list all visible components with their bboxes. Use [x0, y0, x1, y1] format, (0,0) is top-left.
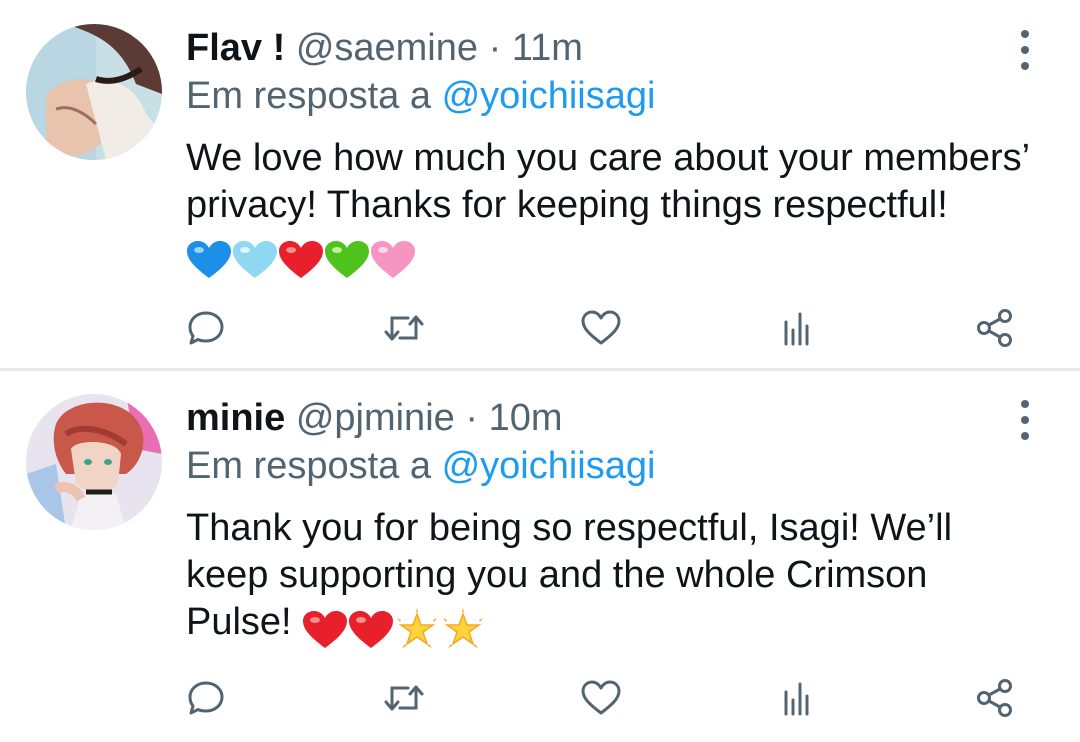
tweet-header: minie @pjminie · 10m [186, 395, 562, 441]
more-options-icon[interactable] [1010, 400, 1040, 440]
avatar[interactable] [26, 394, 162, 530]
reply-prefix: Em resposta a [186, 75, 431, 117]
user-handle[interactable]: @saemine [296, 27, 478, 69]
analytics-icon[interactable] [774, 305, 820, 351]
red-heart-icon [279, 240, 323, 278]
display-name[interactable]: minie [186, 397, 285, 439]
display-name[interactable]: Flav ! [186, 27, 285, 69]
timestamp[interactable]: 10m [489, 397, 563, 439]
share-icon[interactable] [972, 305, 1018, 351]
retweet-icon[interactable] [381, 675, 427, 721]
reply-icon[interactable] [183, 675, 229, 721]
avatar[interactable] [26, 24, 162, 160]
tweet-2[interactable]: minie @pjminie · 10m Em resposta a @yoic… [0, 371, 1080, 742]
reply-context: Em resposta a @yoichiisagi [186, 443, 655, 489]
timestamp[interactable]: 11m [512, 27, 583, 69]
pink-heart-icon [371, 240, 415, 278]
blue-heart-icon [187, 240, 231, 278]
tweet-1[interactable]: Flav ! @saemine · 11m Em resposta a @yoi… [0, 0, 1080, 371]
analytics-icon[interactable] [774, 675, 820, 721]
glowing-star-icon [397, 607, 438, 648]
tweet-text: Thank you for being so respectful, Isagi… [186, 505, 1036, 652]
reply-prefix: Em resposta a [186, 445, 431, 487]
separator: · [465, 397, 478, 439]
red-heart-icon [303, 610, 348, 648]
tweet-actions [0, 675, 1080, 725]
separator: · [488, 27, 502, 69]
share-icon[interactable] [972, 675, 1018, 721]
tweet-text: We love how much you care about your mem… [186, 135, 1036, 282]
reply-context: Em resposta a @yoichiisagi [186, 73, 655, 119]
tweet-actions [0, 305, 1080, 355]
like-icon[interactable] [578, 675, 624, 721]
user-handle[interactable]: @pjminie [296, 397, 455, 439]
tweet-header: Flav ! @saemine · 11m [186, 25, 583, 71]
light-blue-heart-icon [233, 240, 277, 278]
retweet-icon[interactable] [381, 305, 427, 351]
green-heart-icon [325, 240, 369, 278]
tweet-text-content: Thank you for being so respectful, Isagi… [186, 507, 953, 643]
reply-mention-link[interactable]: @yoichiisagi [442, 445, 656, 487]
emoji-row [186, 235, 416, 282]
reply-mention-link[interactable]: @yoichiisagi [442, 75, 656, 117]
emoji-row [302, 605, 486, 652]
like-icon[interactable] [578, 305, 624, 351]
reply-icon[interactable] [183, 305, 229, 351]
red-heart-icon [349, 610, 394, 648]
glowing-star-icon [443, 607, 484, 648]
tweet-text-content: We love how much you care about your mem… [186, 137, 1029, 226]
more-options-icon[interactable] [1010, 30, 1040, 70]
